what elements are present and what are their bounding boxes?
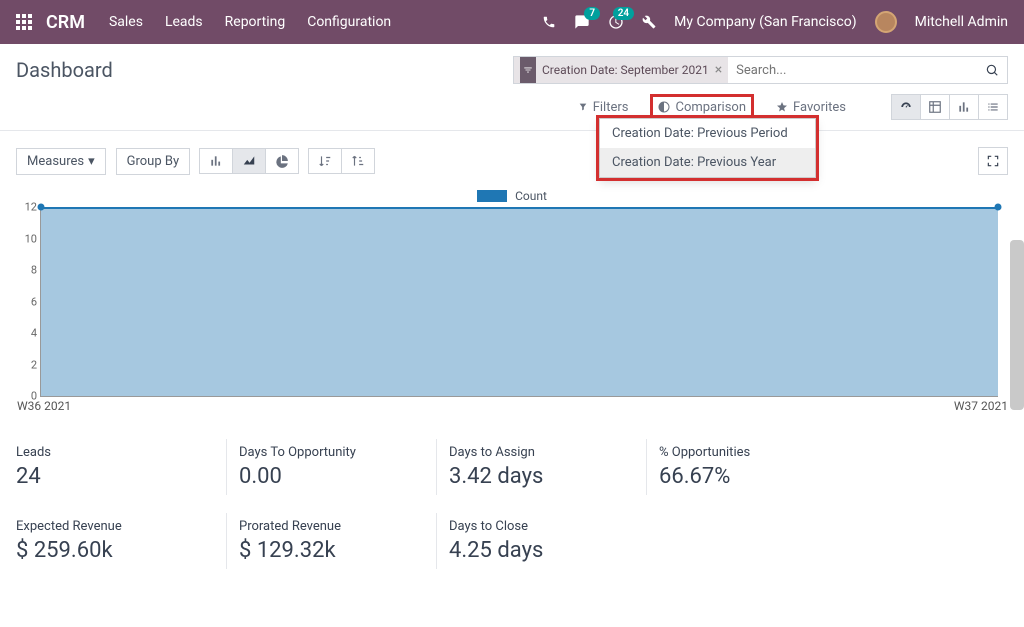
chart-point <box>995 204 1002 211</box>
messages-badge: 7 <box>584 7 600 20</box>
kpi-value: 4.25 days <box>449 538 632 563</box>
legend-label: Count <box>515 189 547 203</box>
fullscreen-icon[interactable] <box>978 147 1008 175</box>
dashboard-view-icon[interactable] <box>891 94 921 120</box>
chip-label: Creation Date: September 2021 <box>542 63 709 77</box>
kpi-label: Days to Close <box>449 519 632 534</box>
dropdown-item-prev-year[interactable]: Creation Date: Previous Year <box>600 148 815 177</box>
chart-toolbar: Measures ▾ Group By <box>16 147 1008 175</box>
dashboard-body: Measures ▾ Group By Count 024681012W36 2… <box>0 131 1024 621</box>
search-box[interactable]: Creation Date: September 2021 × <box>513 56 1008 84</box>
comparison-button[interactable]: Comparison <box>652 96 752 119</box>
dropdown-item-prev-period[interactable]: Creation Date: Previous Period <box>600 119 815 148</box>
group-by-button[interactable]: Group By <box>116 148 191 175</box>
y-tick: 4 <box>17 327 37 340</box>
comparison-dropdown: Creation Date: Previous Period Creation … <box>599 118 816 178</box>
kpi-card[interactable]: Leads 24 <box>16 439 212 495</box>
nav-sales[interactable]: Sales <box>109 14 143 30</box>
chip-close-icon[interactable]: × <box>715 62 722 78</box>
nav-leads[interactable]: Leads <box>165 14 203 30</box>
measures-button[interactable]: Measures ▾ <box>16 148 106 175</box>
apps-icon[interactable] <box>16 14 32 30</box>
wrench-icon[interactable] <box>642 15 656 29</box>
kpi-label: Leads <box>16 445 212 460</box>
x-category: W36 2021 <box>17 399 71 413</box>
activities-badge: 24 <box>613 7 634 20</box>
chart-area <box>41 207 998 396</box>
favorites-button[interactable]: Favorites <box>770 96 852 119</box>
scrollbar[interactable] <box>1010 240 1024 410</box>
control-panel: Dashboard Creation Date: September 2021 … <box>0 44 1024 131</box>
top-nav: CRM Sales Leads Reporting Configuration … <box>0 0 1024 44</box>
kpi-card[interactable]: % Opportunities 66.67% <box>646 439 842 495</box>
kpi-card[interactable]: Days to Close 4.25 days <box>436 513 632 569</box>
chart-type-group <box>200 148 299 174</box>
y-tick: 2 <box>17 358 37 371</box>
kpi-value: 3.42 days <box>449 464 632 489</box>
company-switcher[interactable]: My Company (San Francisco) <box>674 14 856 30</box>
y-tick: 6 <box>17 295 37 308</box>
kpi-card[interactable]: Days To Opportunity 0.00 <box>226 439 422 495</box>
y-tick: 8 <box>17 264 37 277</box>
area-chart-icon[interactable] <box>232 148 266 174</box>
kpi-value: 66.67% <box>659 464 842 489</box>
chart-legend: Count <box>16 189 1008 203</box>
graph-view-icon[interactable] <box>949 94 979 120</box>
nav-reporting[interactable]: Reporting <box>225 14 286 30</box>
user-name[interactable]: Mitchell Admin <box>915 14 1008 30</box>
kpi-card[interactable]: Prorated Revenue $ 129.32k <box>226 513 422 569</box>
y-tick: 10 <box>17 232 37 245</box>
sort-desc-icon[interactable] <box>308 148 342 174</box>
search-input[interactable] <box>728 63 977 78</box>
kpi-label: Expected Revenue <box>16 519 212 534</box>
chart-plot: 024681012W36 2021W37 2021 <box>40 207 998 397</box>
search-icon[interactable] <box>977 63 1007 77</box>
filters-button[interactable]: Filters <box>572 96 635 119</box>
nav-right: 7 24 My Company (San Francisco) Mitchell… <box>542 11 1008 33</box>
page-title: Dashboard <box>16 58 113 82</box>
pie-chart-icon[interactable] <box>265 148 299 174</box>
x-category: W37 2021 <box>954 399 1008 413</box>
legend-swatch <box>477 190 507 202</box>
activities-icon[interactable]: 24 <box>608 14 624 30</box>
kpi-card[interactable]: Days to Assign 3.42 days <box>436 439 632 495</box>
kpi-label: Prorated Revenue <box>239 519 422 534</box>
kpi-value: $ 259.60k <box>16 538 212 563</box>
view-switcher <box>892 94 1008 120</box>
kpi-value: $ 129.32k <box>239 538 422 563</box>
bar-chart-icon[interactable] <box>199 148 233 174</box>
avatar[interactable] <box>875 11 897 33</box>
kpi-label: Days To Opportunity <box>239 445 422 460</box>
kpi-card[interactable]: Expected Revenue $ 259.60k <box>16 513 212 569</box>
messages-icon[interactable]: 7 <box>574 14 590 30</box>
kpi-row-2: Expected Revenue $ 259.60k Prorated Revenu… <box>16 513 1008 569</box>
list-view-icon[interactable] <box>978 94 1008 120</box>
brand[interactable]: CRM <box>46 12 85 33</box>
kpi-value: 0.00 <box>239 464 422 489</box>
caret-down-icon: ▾ <box>88 154 95 169</box>
nav-configuration[interactable]: Configuration <box>307 14 391 30</box>
kpi-label: % Opportunities <box>659 445 842 460</box>
kpi-value: 24 <box>16 464 212 489</box>
chart-point <box>38 204 45 211</box>
phone-icon[interactable] <box>542 15 556 29</box>
nav-menu: Sales Leads Reporting Configuration <box>109 14 391 30</box>
kpi-label: Days to Assign <box>449 445 632 460</box>
y-tick: 12 <box>17 201 37 214</box>
filter-buttons: Filters Comparison Favorites <box>572 96 852 119</box>
sort-asc-icon[interactable] <box>341 148 375 174</box>
search-chip[interactable]: Creation Date: September 2021 × <box>514 57 728 83</box>
chart: Count 024681012W36 2021W37 2021 <box>16 189 1008 419</box>
kpi-row-1: Leads 24 Days To Opportunity 0.00 Days to As… <box>16 439 1008 495</box>
pivot-view-icon[interactable] <box>920 94 950 120</box>
funnel-icon <box>520 57 536 83</box>
sort-group <box>309 148 375 174</box>
